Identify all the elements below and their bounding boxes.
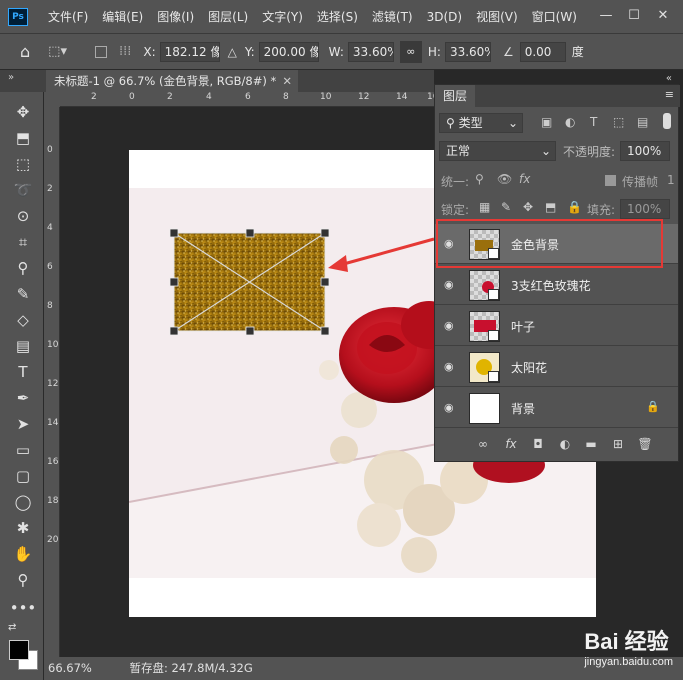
layer-thumbnail: [469, 311, 500, 342]
layer-name[interactable]: 3支红色玫瑰花: [511, 277, 591, 294]
lock-pixels-icon[interactable]: ✎: [501, 200, 511, 214]
filter-toggle-icon[interactable]: [663, 113, 671, 129]
scratch-disk-info: 暂存盘: 247.8M/4.32G: [129, 661, 253, 675]
propagate-checkbox[interactable]: [605, 175, 616, 186]
delete-layer-icon[interactable]: 🗑: [637, 436, 653, 452]
opacity-value: 100%: [627, 144, 662, 158]
filter-shape-icon[interactable]: ⬚: [613, 115, 624, 129]
new-group-icon[interactable]: ▬: [583, 436, 599, 452]
unify-position-icon[interactable]: ⚲: [475, 172, 484, 186]
smart-object-badge-icon: [488, 371, 499, 382]
lock-transparent-icon[interactable]: ▦: [479, 200, 490, 214]
new-layer-icon[interactable]: ⊞: [610, 436, 626, 452]
chevron-down-icon: ⌄: [540, 144, 551, 158]
foreground-color-swatch[interactable]: [9, 640, 29, 660]
unify-visibility-icon[interactable]: 👁: [497, 172, 512, 186]
propagate-label: 传播帧: [622, 175, 659, 189]
opacity-field[interactable]: 100%: [620, 141, 670, 161]
layers-panel: 图层 ≡ « ⚲ 类型 ⌄ ▣ ◐ T ⬚ ▤ 正常 ⌄ 不透明度: 100% …: [434, 73, 680, 462]
lock-label: 锁定:: [441, 203, 470, 217]
visibility-eye-icon[interactable]: ◉: [444, 319, 458, 333]
unify-label: 统一:: [441, 175, 470, 189]
add-style-icon[interactable]: fx: [503, 436, 519, 452]
layer-name[interactable]: 叶子: [511, 318, 535, 335]
baidu-watermark: Bai 经验 jingyan.baidu.com: [584, 624, 673, 668]
layer-row-sunflower[interactable]: ◉ 太阳花: [435, 347, 678, 387]
panel-menu-icon[interactable]: ≡: [665, 88, 674, 101]
selection-highlight: [436, 219, 663, 268]
lock-artboard-icon[interactable]: ⬒: [545, 200, 556, 214]
layer-thumbnail: [469, 393, 500, 424]
chevron-down-icon: ⌄: [507, 116, 518, 130]
visibility-eye-icon[interactable]: ◉: [444, 360, 458, 374]
smart-object-badge-icon: [488, 330, 499, 341]
search-icon: ⚲: [446, 116, 459, 130]
layer-row-roses[interactable]: ◉ 3支红色玫瑰花: [435, 265, 678, 305]
add-mask-icon[interactable]: ◘: [530, 436, 546, 452]
unify-style-icon[interactable]: fx: [519, 172, 530, 186]
fill-field[interactable]: 100%: [620, 199, 670, 219]
layer-name[interactable]: 太阳花: [511, 359, 547, 376]
filter-kind-label: 类型: [458, 116, 483, 130]
visibility-eye-icon[interactable]: ◉: [444, 401, 458, 415]
lock-icon[interactable]: 🔒: [646, 400, 660, 413]
layer-thumbnail: [469, 352, 500, 383]
fill-value: 100%: [627, 202, 662, 216]
layer-thumbnail: [469, 270, 500, 301]
collapse-panel-icon[interactable]: «: [666, 73, 672, 84]
opacity-label: 不透明度:: [563, 145, 616, 159]
layer-filter-select[interactable]: ⚲ 类型 ⌄: [439, 113, 523, 133]
layer-row-leaves[interactable]: ◉ 叶子: [435, 306, 678, 346]
link-layers-icon[interactable]: ∞: [475, 436, 491, 452]
layers-tab[interactable]: 图层: [435, 85, 475, 107]
lock-position-icon[interactable]: ✥: [523, 200, 533, 214]
visibility-eye-icon[interactable]: ◉: [444, 278, 458, 292]
layer-name[interactable]: 背景: [511, 400, 535, 417]
fill-label: 填充:: [587, 203, 616, 217]
blend-mode-select[interactable]: 正常 ⌄: [439, 141, 556, 161]
filter-type-icon[interactable]: T: [590, 115, 597, 129]
zoom-level[interactable]: 66.67%: [48, 661, 92, 675]
filter-pixel-icon[interactable]: ▣: [541, 115, 552, 129]
layers-panel-header: 图层 ≡: [435, 85, 680, 107]
lock-all-icon[interactable]: 🔒: [567, 200, 582, 214]
blend-mode-value: 正常: [446, 144, 471, 158]
filter-adjustment-icon[interactable]: ◐: [565, 115, 575, 129]
layer-row-background[interactable]: ◉ 背景 🔒: [435, 388, 678, 428]
watermark-url: jingyan.baidu.com: [584, 656, 673, 668]
watermark-brand: Bai 经验: [584, 629, 669, 654]
filter-smart-object-icon[interactable]: ▤: [637, 115, 648, 129]
adjustment-layer-icon[interactable]: ◐: [557, 436, 573, 452]
propagate-value: 1: [667, 173, 675, 187]
smart-object-badge-icon: [488, 289, 499, 300]
